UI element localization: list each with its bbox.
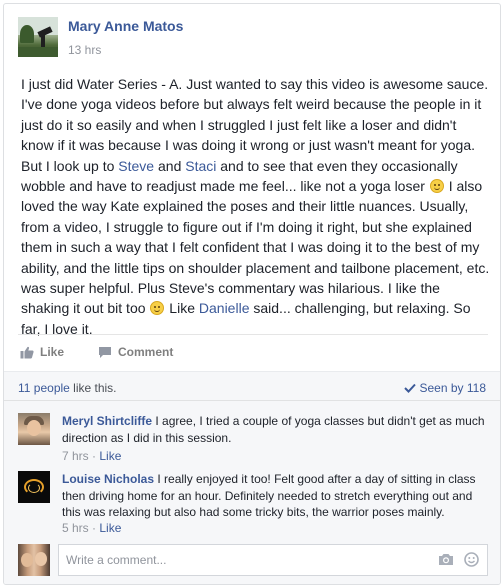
post-timestamp[interactable]: 13 hrs bbox=[68, 43, 101, 57]
smiley-emoticon-icon bbox=[429, 179, 444, 194]
author-name[interactable]: Mary Anne Matos bbox=[68, 18, 183, 34]
likes-count-link[interactable]: 11 people bbox=[18, 381, 70, 395]
smiley-emoticon-icon bbox=[150, 301, 165, 316]
thumbs-up-icon bbox=[20, 346, 34, 358]
likes-summary: 11 people like this. bbox=[18, 381, 117, 395]
comment-label: Comment bbox=[118, 345, 174, 359]
avatar-light-ring-inner bbox=[28, 483, 40, 493]
post-text-part: and bbox=[154, 157, 186, 174]
avatar-tree bbox=[20, 25, 34, 43]
speech-bubble-icon bbox=[99, 346, 111, 358]
commenter-avatar[interactable] bbox=[18, 413, 50, 445]
commenter-name[interactable]: Meryl Shirtcliffe bbox=[62, 414, 152, 428]
camera-icon[interactable] bbox=[438, 553, 454, 566]
commenter-name[interactable]: Louise Nicholas bbox=[62, 472, 154, 486]
like-button[interactable]: Like bbox=[20, 345, 64, 359]
checkmark-icon bbox=[403, 383, 416, 393]
avatar-face bbox=[27, 420, 41, 436]
mention-staci[interactable]: Staci bbox=[185, 158, 216, 174]
emoticon-icon[interactable] bbox=[464, 552, 479, 567]
seen-by-label: Seen by 118 bbox=[419, 381, 487, 395]
commenter-avatar[interactable] bbox=[18, 471, 50, 503]
comment-composer bbox=[18, 544, 488, 576]
likes-suffix: like this. bbox=[69, 381, 117, 395]
author-avatar[interactable] bbox=[18, 17, 58, 57]
comment-input[interactable] bbox=[58, 544, 488, 576]
comment-meta: 5 hrs · Like bbox=[62, 521, 121, 535]
comment-time[interactable]: 5 hrs bbox=[62, 521, 89, 535]
meta-separator: · bbox=[88, 521, 100, 535]
meta-separator: · bbox=[88, 449, 100, 463]
post-actions: Like Comment bbox=[18, 334, 488, 368]
seen-by[interactable]: Seen by 118 bbox=[403, 381, 487, 395]
comment-text: Meryl Shirtcliffe I agree, I tried a cou… bbox=[62, 413, 492, 446]
post-card: Mary Anne Matos 13 hrs I just did Water … bbox=[3, 3, 501, 585]
post-text-part: Like bbox=[165, 300, 199, 317]
post-text-part: I also loved the way Kate explained the … bbox=[21, 178, 490, 317]
like-label: Like bbox=[40, 345, 65, 359]
current-user-avatar bbox=[18, 544, 50, 576]
comment-time[interactable]: 7 hrs bbox=[62, 449, 89, 463]
comments-section: Meryl Shirtcliffe I agree, I tried a cou… bbox=[4, 401, 500, 584]
avatar-face bbox=[35, 552, 47, 566]
comment-meta: 7 hrs · Like bbox=[62, 449, 121, 463]
comment-like-link[interactable]: Like bbox=[99, 521, 121, 535]
reaction-summary: 11 people like this. Seen by 118 bbox=[4, 371, 500, 401]
comment-button[interactable]: Comment bbox=[98, 345, 173, 359]
avatar-ground bbox=[18, 47, 58, 57]
post-header: Mary Anne Matos 13 hrs bbox=[18, 17, 418, 61]
comment-like-link[interactable]: Like bbox=[99, 449, 121, 463]
comment-text: Louise Nicholas I really enjoyed it too!… bbox=[62, 471, 492, 521]
mention-danielle[interactable]: Danielle bbox=[199, 300, 250, 316]
avatar-face bbox=[21, 553, 33, 567]
post-text: I just did Water Series - A. Just wanted… bbox=[21, 74, 491, 339]
mention-steve[interactable]: Steve bbox=[118, 158, 154, 174]
